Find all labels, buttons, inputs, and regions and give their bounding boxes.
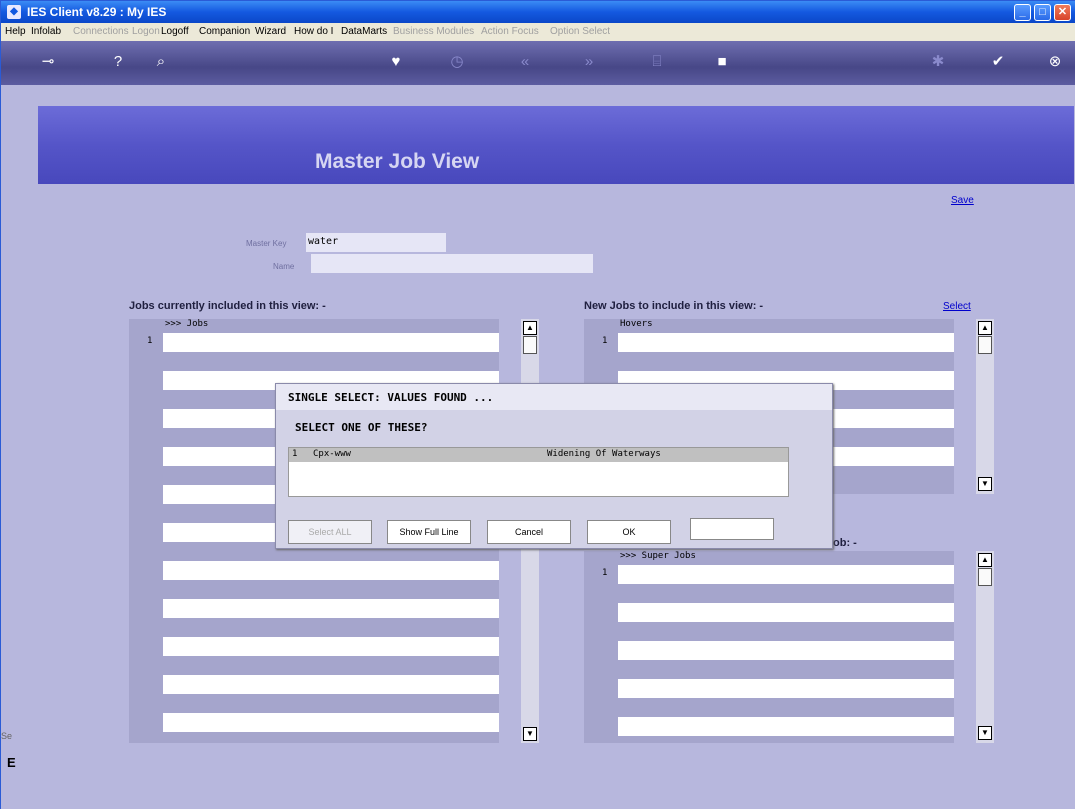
scroll-up-icon[interactable]: ▲ <box>523 321 537 335</box>
scroll-thumb[interactable] <box>978 568 992 586</box>
super-jobs-scrollbar[interactable]: ▲ ▼ <box>976 551 994 743</box>
stop-icon[interactable]: ■ <box>711 51 733 73</box>
menu-how-do-i[interactable]: How do I <box>294 26 333 37</box>
new-jobs-scrollbar[interactable]: ▲ ▼ <box>976 319 994 494</box>
show-full-line-button[interactable]: Show Full Line <box>387 520 471 544</box>
name-label: Name <box>273 262 295 271</box>
window-title: IES Client v8.29 : My IES <box>27 5 167 19</box>
menu-datamarts[interactable]: DataMarts <box>341 26 387 37</box>
super-jobs-grid: >>> Super Jobs 1 <box>584 551 954 743</box>
select-all-button[interactable]: Select ALL <box>288 520 372 544</box>
list-item-code: Cpx-www <box>313 449 351 459</box>
check-icon[interactable]: ✔ <box>987 51 1009 73</box>
dialog-values-list: 1 Cpx-www Widening Of Waterways <box>288 447 789 497</box>
scroll-down-icon[interactable]: ▼ <box>523 727 537 741</box>
scroll-down-icon[interactable]: ▼ <box>978 726 992 740</box>
name-field[interactable] <box>311 254 593 273</box>
cancel-icon[interactable]: ⊗ <box>1044 51 1066 73</box>
menu-help[interactable]: Help <box>5 26 26 37</box>
menu-action-focus[interactable]: Action Focus <box>481 26 539 37</box>
title-bar: ◆ IES Client v8.29 : My IES _ □ ✕ <box>1 1 1075 23</box>
scroll-up-icon[interactable]: ▲ <box>978 321 992 335</box>
table-row[interactable] <box>163 561 499 580</box>
table-row[interactable] <box>618 565 954 584</box>
forward-icon[interactable]: » <box>578 51 600 73</box>
table-row[interactable] <box>163 599 499 618</box>
app-icon: ◆ <box>7 5 21 19</box>
table-row[interactable] <box>618 679 954 698</box>
list-item-number: 1 <box>292 449 298 459</box>
menu-connections[interactable]: Connections <box>73 26 129 37</box>
table-row[interactable] <box>163 333 499 352</box>
row-number: 1 <box>602 568 608 578</box>
help-icon[interactable]: ? <box>107 51 129 73</box>
page-title: Master Job View <box>315 150 480 173</box>
heart-icon[interactable]: ♥ <box>385 51 407 73</box>
master-key-field[interactable]: water <box>306 233 446 252</box>
page-banner: Master Job View <box>38 106 1074 184</box>
maximize-button[interactable]: □ <box>1034 4 1051 21</box>
super-jobs-title: ob: - <box>833 537 857 549</box>
settings-icon[interactable]: ✱ <box>927 51 949 73</box>
menu-infolab[interactable]: Infolab <box>31 26 61 37</box>
menu-wizard[interactable]: Wizard <box>255 26 286 37</box>
dialog-prompt: SELECT ONE OF THESE? <box>295 421 428 434</box>
sidebar-glyph: E <box>7 755 16 770</box>
toolbar: ⊸ ? ⌕ ♥ ◷ « » ⌸ ■ ✱ ✔ ⊗ <box>1 41 1075 85</box>
menu-option-select[interactable]: Option Select <box>550 26 610 37</box>
menu-logon[interactable]: Logon <box>132 26 160 37</box>
row-number: 1 <box>147 336 153 346</box>
select-link[interactable]: Select <box>943 301 971 312</box>
scroll-up-icon[interactable]: ▲ <box>978 553 992 567</box>
jobs-column-header: >>> Jobs <box>165 319 209 329</box>
menu-business-modules[interactable]: Business Modules <box>393 26 474 37</box>
trash-icon[interactable]: ⌸ <box>646 51 668 73</box>
single-select-dialog: SINGLE SELECT: VALUES FOUND ... SELECT O… <box>275 383 833 549</box>
table-row[interactable] <box>163 675 499 694</box>
list-item-description: Widening Of Waterways <box>547 449 661 459</box>
table-row[interactable] <box>618 717 954 736</box>
close-button[interactable]: ✕ <box>1054 4 1071 21</box>
search-icon[interactable]: ⌕ <box>150 51 172 73</box>
right-panel-title: New Jobs to include in this view: - <box>584 300 764 312</box>
sidebar-stub: Se <box>1 731 13 741</box>
table-row[interactable] <box>163 713 499 732</box>
left-panel-title: Jobs currently included in this view: - <box>129 300 326 312</box>
super-jobs-column-header: >>> Super Jobs <box>620 551 696 561</box>
dialog-title: SINGLE SELECT: VALUES FOUND ... <box>276 384 832 410</box>
clock-icon[interactable]: ◷ <box>446 51 468 73</box>
menu-bar: Help Infolab Connections Logon Logoff Co… <box>1 23 1075 41</box>
save-link[interactable]: Save <box>951 195 974 206</box>
rewind-icon[interactable]: « <box>514 51 536 73</box>
scroll-thumb[interactable] <box>523 336 537 354</box>
dialog-input[interactable] <box>690 518 774 540</box>
table-row[interactable] <box>618 641 954 660</box>
table-row[interactable] <box>618 333 954 352</box>
list-item[interactable]: 1 Cpx-www Widening Of Waterways <box>289 448 788 462</box>
row-number: 1 <box>602 336 608 346</box>
new-jobs-column-header: Hovers <box>620 319 653 329</box>
ok-button[interactable]: OK <box>587 520 671 544</box>
cancel-button[interactable]: Cancel <box>487 520 571 544</box>
menu-companion[interactable]: Companion <box>199 26 250 37</box>
menu-logoff[interactable]: Logoff <box>161 26 189 37</box>
scroll-down-icon[interactable]: ▼ <box>978 477 992 491</box>
key-icon[interactable]: ⊸ <box>37 51 59 73</box>
minimize-button[interactable]: _ <box>1014 4 1031 21</box>
master-key-label: Master Key <box>246 239 287 248</box>
table-row[interactable] <box>618 603 954 622</box>
table-row[interactable] <box>163 637 499 656</box>
app-window: ◆ IES Client v8.29 : My IES _ □ ✕ Help I… <box>0 0 1075 809</box>
scroll-thumb[interactable] <box>978 336 992 354</box>
